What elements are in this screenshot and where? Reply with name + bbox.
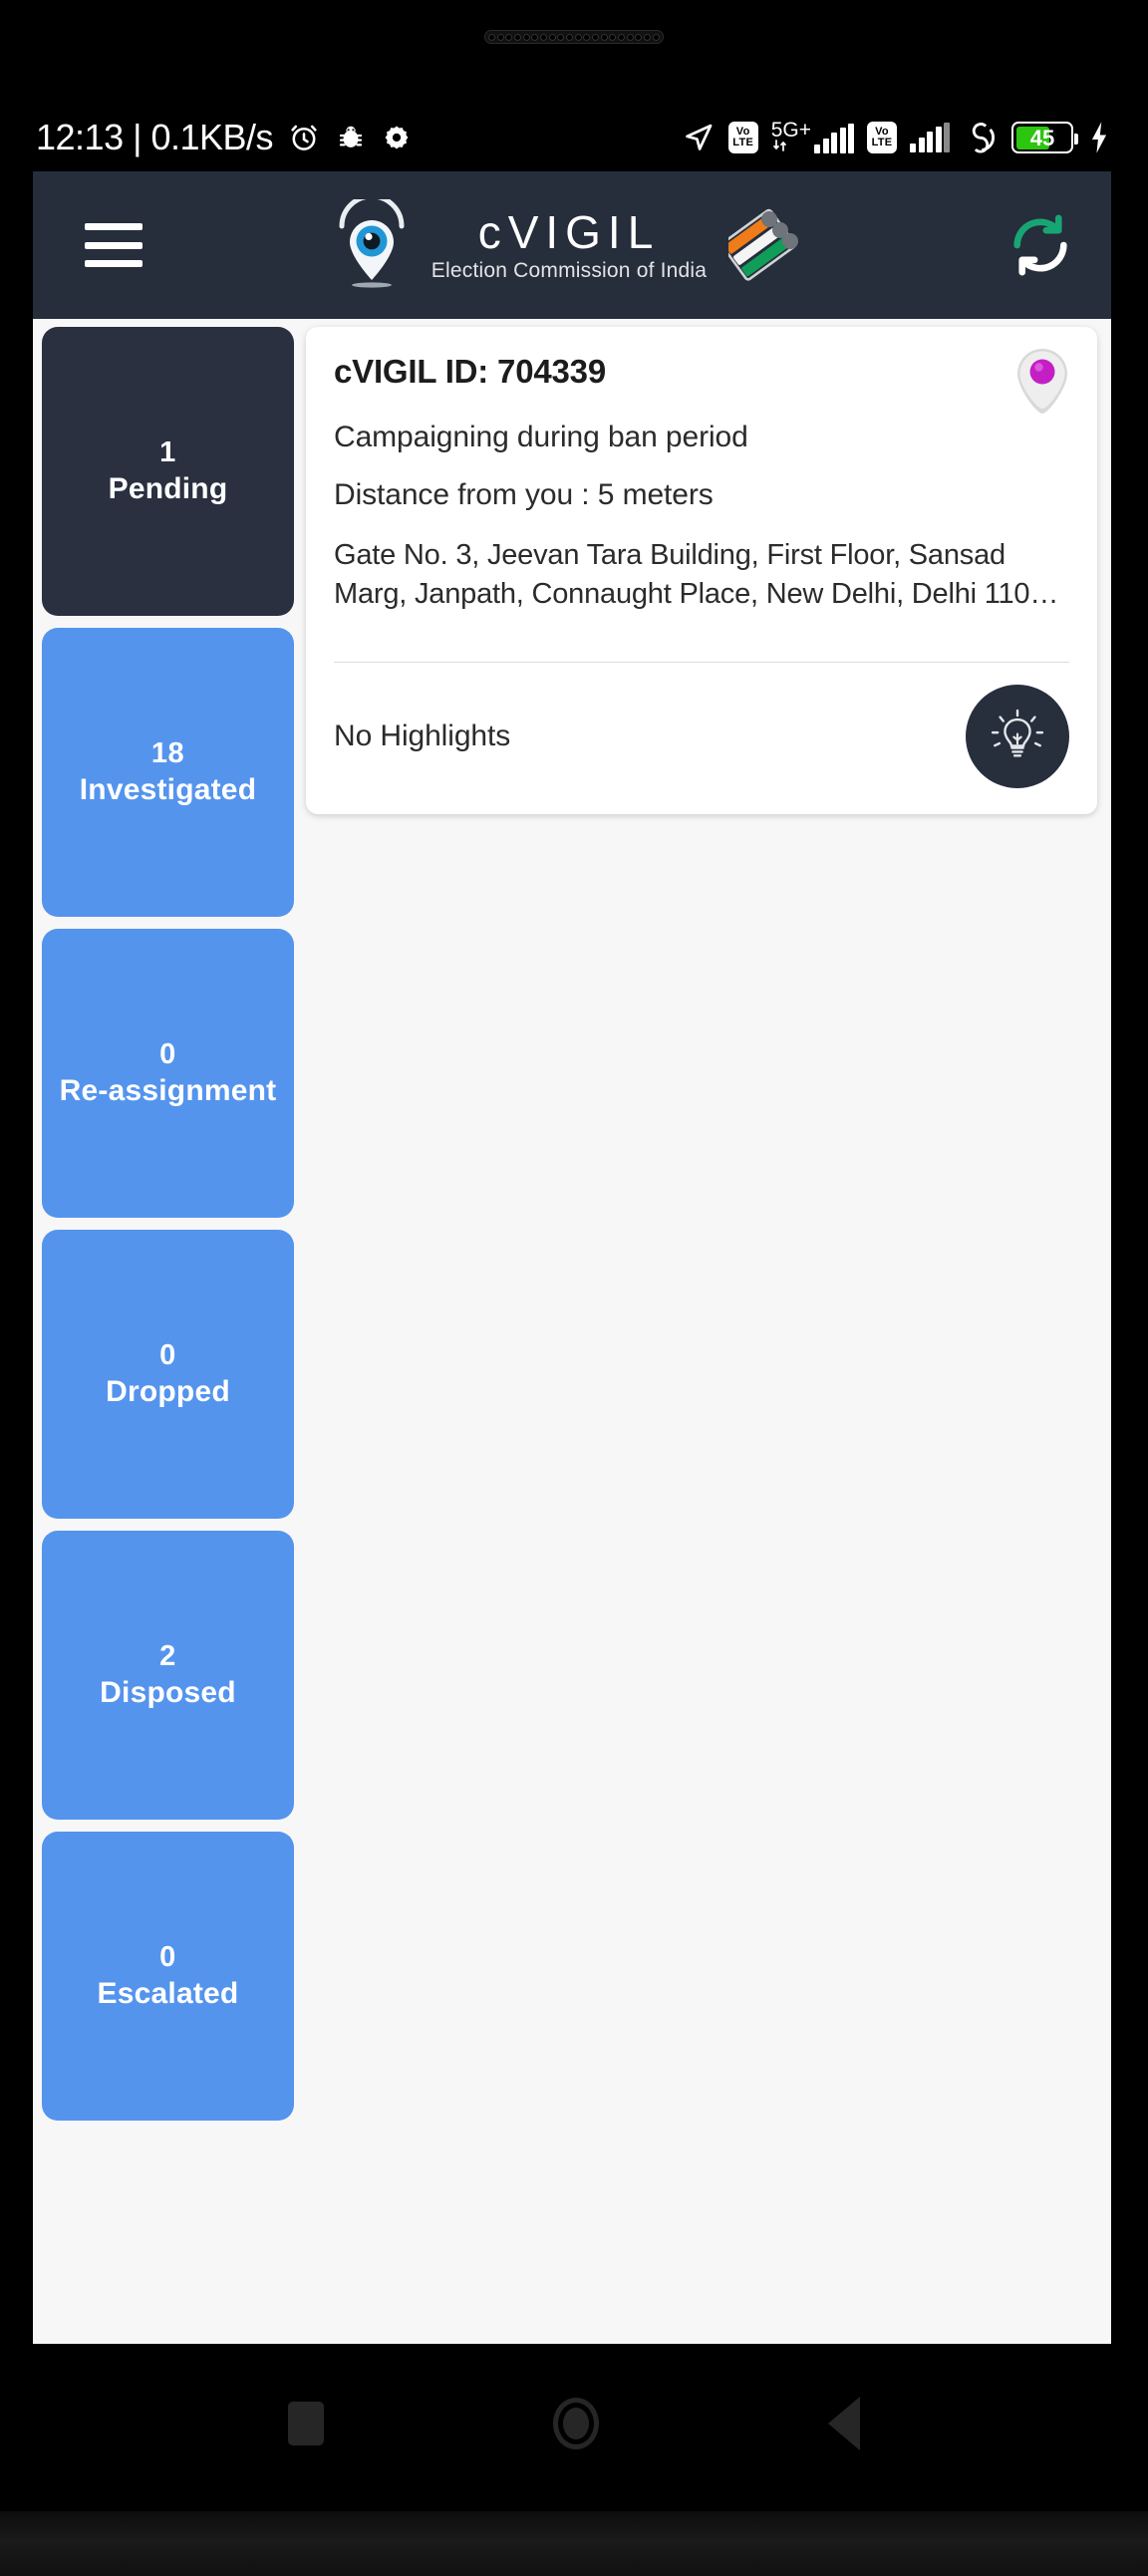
- settings-icon: [381, 122, 413, 153]
- complaint-address: Gate No. 3, Jeevan Tara Building, First …: [334, 539, 1059, 610]
- highlights-text: No Highlights: [334, 718, 511, 752]
- tile-re-assignment[interactable]: 0 Re-assignment: [42, 929, 294, 1218]
- app-header: cVIGIL Election Commission of India: [33, 171, 1111, 319]
- election-commission-logo: [720, 206, 800, 284]
- refresh-sync-icon[interactable]: [1005, 210, 1075, 280]
- tile-label: Escalated: [97, 1977, 239, 2011]
- signal-icon: [814, 124, 854, 153]
- tile-count: 0: [159, 1038, 176, 1071]
- location-icon: [682, 121, 716, 154]
- tile-label: Re-assignment: [59, 1074, 277, 1108]
- app-viewport: cVIGIL Election Commission of India 1 Pe…: [33, 171, 1111, 2344]
- alarm-icon: [287, 121, 321, 154]
- tile-investigated[interactable]: 18 Investigated: [42, 628, 294, 917]
- recents-icon[interactable]: [288, 2402, 324, 2445]
- battery-percent: 45: [1029, 125, 1055, 150]
- complaint-card[interactable]: cVIGIL ID: 704339 Campaigning during ban…: [306, 327, 1097, 814]
- data-arrows-icon: [772, 140, 786, 151]
- tile-count: 0: [159, 1941, 176, 1974]
- tile-dropped[interactable]: 0 Dropped: [42, 1230, 294, 1519]
- brand-text: cVIGIL Election Commission of India: [431, 207, 707, 283]
- tile-escalated[interactable]: 0 Escalated: [42, 1832, 294, 2121]
- tile-pending[interactable]: 1 Pending: [42, 327, 294, 616]
- network-5g-icon: 5G+: [771, 120, 854, 153]
- app-subtitle: Election Commission of India: [430, 259, 708, 282]
- map-pin-magenta-icon: [1015, 347, 1069, 417]
- charging-icon: [1086, 121, 1112, 154]
- complaint-distance: Distance from you : 5 meters: [334, 478, 714, 511]
- back-icon[interactable]: [828, 2397, 860, 2450]
- lightbulb-icon[interactable]: [966, 684, 1069, 788]
- phone-frame: 12:13 | 0.1KB/s Vo LTE 5G+ Vo LTE 45 cVI…: [0, 0, 1148, 2576]
- tile-label: Investigated: [79, 773, 257, 807]
- complaint-id: cVIGIL ID: 704339: [334, 353, 606, 390]
- tile-count: 18: [150, 737, 185, 770]
- signal-icon-2: [910, 123, 950, 152]
- do-not-disturb-icon: [963, 120, 999, 155]
- tile-label: Disposed: [100, 1676, 236, 1710]
- complaint-list: cVIGIL ID: 704339 Campaigning during ban…: [294, 319, 1111, 814]
- battery-icon: 45: [1011, 122, 1078, 153]
- tile-count: 2: [159, 1640, 176, 1673]
- volte-icon-2: Vo LTE: [867, 122, 897, 153]
- status-bar-right: Vo LTE 5G+ Vo LTE 45: [682, 120, 1112, 155]
- volte-icon: Vo LTE: [727, 122, 758, 153]
- hamburger-icon[interactable]: [85, 223, 143, 267]
- complaint-card-footer: No Highlights: [306, 663, 1097, 814]
- speaker-grille: [484, 30, 664, 44]
- device-bottom-bezel: [0, 2511, 1148, 2576]
- tile-count: 0: [159, 1339, 176, 1372]
- cvigil-pin-eye-logo: [334, 193, 410, 291]
- tile-label: Pending: [108, 472, 228, 506]
- status-bar: 12:13 | 0.1KB/s Vo LTE 5G+ Vo LTE 45: [0, 108, 1148, 167]
- brand-block: cVIGIL Election Commission of India: [143, 193, 992, 291]
- tile-count: 1: [159, 436, 176, 469]
- tile-disposed[interactable]: 2 Disposed: [42, 1531, 294, 1820]
- tile-label: Dropped: [106, 1375, 230, 1409]
- app-title: cVIGIL: [477, 206, 661, 258]
- debug-icon: [335, 122, 367, 153]
- app-content: 1 Pending 18 Investigated 0 Re-assignmen…: [33, 319, 1111, 2344]
- complaint-type: Campaigning during ban period: [334, 421, 748, 453]
- complaint-card-body: cVIGIL ID: 704339 Campaigning during ban…: [306, 327, 1097, 638]
- status-bar-left: 12:13 | 0.1KB/s: [36, 117, 413, 158]
- status-tiles-sidebar: 1 Pending 18 Investigated 0 Re-assignmen…: [33, 319, 294, 2121]
- android-nav-bar: [0, 2344, 1148, 2503]
- status-clock: 12:13 | 0.1KB/s: [36, 117, 274, 157]
- home-icon[interactable]: [553, 2398, 599, 2449]
